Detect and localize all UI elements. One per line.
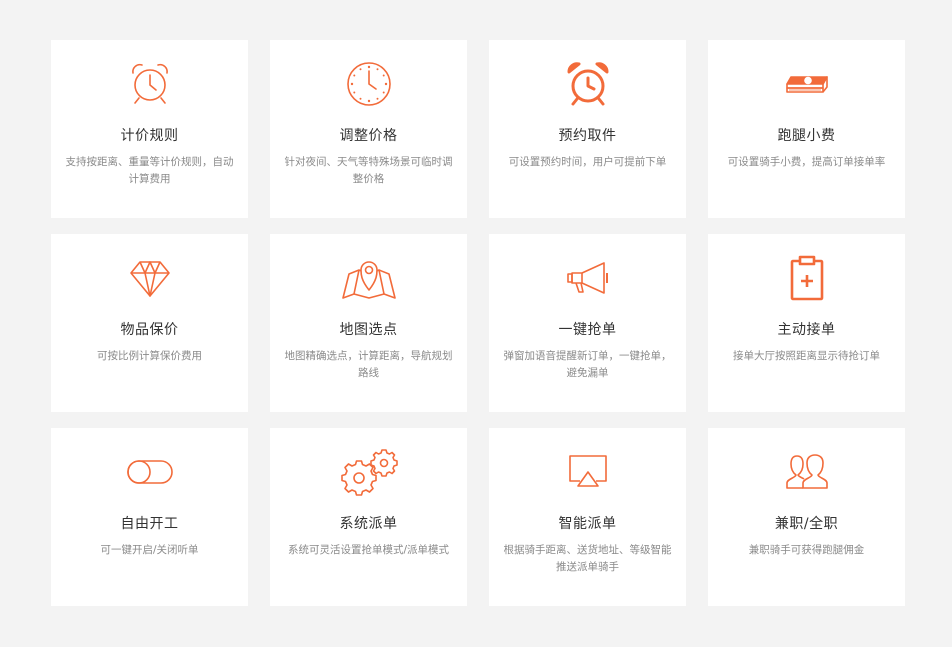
airplay-screen-icon [564, 448, 612, 496]
feature-title: 预约取件 [558, 128, 617, 144]
feature-grid: 计价规则 支持按距离、重量等计价规则，自动计算费用 调整价格 针对夜间、天气等特… [51, 40, 905, 606]
feature-card: 一键抢单 弹窗加语音提醒新订单，一键抢单，避免漏单 [489, 234, 686, 412]
map-pin-icon [339, 254, 399, 302]
toggle-switch-icon [126, 448, 174, 496]
feature-title: 主动接单 [777, 322, 836, 338]
gears-icon [339, 448, 399, 496]
money-stack-icon [783, 60, 831, 108]
feature-description: 弹窗加语音提醒新订单，一键抢单，避免漏单 [503, 350, 672, 379]
dotted-clock-icon [345, 60, 393, 108]
feature-description: 支持按距离、重量等计价规则，自动计算费用 [65, 156, 234, 185]
feature-card: 计价规则 支持按距离、重量等计价规则，自动计算费用 [51, 40, 248, 218]
feature-title: 跑腿小费 [777, 128, 836, 144]
alarm-clock-bold-icon [564, 60, 612, 108]
feature-card: 跑腿小费 可设置骑手小费，提高订单接单率 [708, 40, 905, 218]
feature-card: 调整价格 针对夜间、天气等特殊场景可临时调整价格 [270, 40, 467, 218]
clipboard-plus-icon [783, 254, 831, 302]
megaphone-icon [564, 254, 612, 302]
feature-title: 系统派单 [339, 516, 398, 532]
users-icon [783, 448, 831, 496]
feature-card: 自由开工 可一键开启/关闭听单 [51, 428, 248, 606]
feature-title: 一键抢单 [558, 322, 617, 338]
feature-description: 兼职骑手可获得跑腿佣金 [748, 544, 865, 556]
feature-card: 智能派单 根据骑手距离、送货地址、等级智能推送派单骑手 [489, 428, 686, 606]
feature-title: 调整价格 [339, 128, 398, 144]
diamond-icon [126, 254, 174, 302]
feature-title: 地图选点 [339, 322, 398, 338]
feature-description: 根据骑手距离、送货地址、等级智能推送派单骑手 [503, 544, 672, 573]
feature-card: 兼职/全职 兼职骑手可获得跑腿佣金 [708, 428, 905, 606]
feature-description: 接单大厅按照距离显示待抢订单 [733, 350, 880, 362]
feature-card: 系统派单 系统可灵活设置抢单模式/派单模式 [270, 428, 467, 606]
feature-description: 可设置预约时间，用户可提前下单 [508, 156, 667, 168]
feature-description: 可设置骑手小费，提高订单接单率 [727, 156, 886, 168]
feature-description: 地图精确选点，计算距离，导航规划路线 [284, 350, 453, 379]
feature-description: 可按比例计算保价费用 [97, 350, 202, 362]
feature-description: 系统可灵活设置抢单模式/派单模式 [287, 544, 450, 556]
feature-description: 可一键开启/关闭听单 [100, 544, 199, 556]
feature-title: 兼职/全职 [774, 516, 839, 532]
feature-title: 自由开工 [120, 516, 179, 532]
feature-title: 物品保价 [120, 322, 179, 338]
feature-card: 物品保价 可按比例计算保价费用 [51, 234, 248, 412]
feature-title: 计价规则 [120, 128, 179, 144]
feature-description: 针对夜间、天气等特殊场景可临时调整价格 [284, 156, 453, 185]
feature-card: 地图选点 地图精确选点，计算距离，导航规划路线 [270, 234, 467, 412]
alarm-clock-outline-icon [126, 60, 174, 108]
feature-card: 主动接单 接单大厅按照距离显示待抢订单 [708, 234, 905, 412]
feature-card: 预约取件 可设置预约时间，用户可提前下单 [489, 40, 686, 218]
feature-title: 智能派单 [558, 516, 617, 532]
